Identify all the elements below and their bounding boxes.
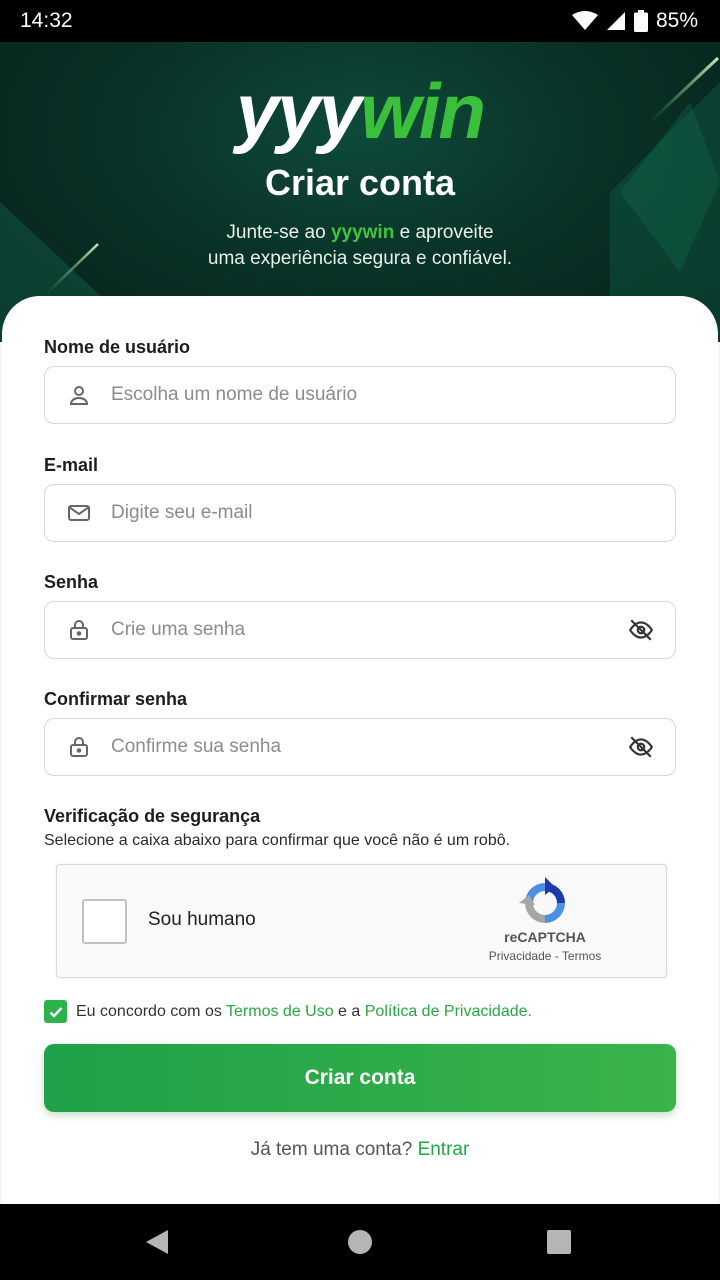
- eye-off-icon[interactable]: [627, 733, 655, 761]
- user-icon: [65, 381, 93, 409]
- eye-off-icon[interactable]: [627, 616, 655, 644]
- recents-nav-icon[interactable]: [547, 1228, 571, 1261]
- subtitle-text-post: e aproveite: [394, 222, 494, 243]
- mail-icon: [65, 499, 93, 527]
- status-bar: 14:32 85%: [0, 0, 720, 42]
- recaptcha-brand: reCAPTCHA: [504, 929, 586, 945]
- recaptcha-checkbox[interactable]: [82, 899, 127, 944]
- verification-title: Verificação de segurança: [44, 806, 261, 826]
- recaptcha-widget: Sou humano reCAPTCHA Privacidade - Termo…: [56, 864, 667, 978]
- email-field[interactable]: [44, 484, 676, 542]
- email-label: E-mail: [44, 455, 99, 475]
- battery-percent: 85%: [655, 9, 698, 32]
- terms-of-use-link[interactable]: Termos de Uso: [226, 1003, 334, 1020]
- brand-logo: yyywin: [0, 66, 720, 157]
- check-icon: [49, 1006, 62, 1018]
- confirm-password-field[interactable]: [44, 718, 676, 776]
- status-icons: 85%: [571, 9, 698, 33]
- recaptcha-logo-icon: [519, 877, 571, 934]
- confirm-password-label: Confirmar senha: [44, 689, 188, 709]
- navigation-bar: [0, 1204, 720, 1280]
- password-input[interactable]: [111, 602, 627, 658]
- terms-text-mid: e a: [333, 1002, 365, 1020]
- username-field[interactable]: [44, 366, 676, 424]
- recaptcha-links[interactable]: Privacidade - Termos: [477, 949, 613, 963]
- terms-text: Eu concordo com os Termos de Uso e a Pol…: [76, 1003, 532, 1021]
- subtitle-brand: yyywin: [330, 222, 395, 243]
- verification-description: Selecione a caixa abaixo para confirmar …: [44, 832, 511, 849]
- username-label: Nome de usuário: [44, 337, 191, 357]
- status-time: 14:32: [20, 9, 73, 32]
- username-input[interactable]: [111, 367, 675, 423]
- subtitle-line2: uma experiência segura e confiável.: [207, 248, 513, 269]
- back-nav-icon[interactable]: [144, 1228, 168, 1261]
- wifi-icon: [571, 11, 598, 31]
- page-subtitle: Junte-se ao yyywin e aproveite uma exper…: [0, 220, 720, 272]
- page-title: Criar conta: [264, 162, 456, 203]
- create-account-button[interactable]: Criar conta: [44, 1044, 676, 1112]
- subtitle-text-pre: Junte-se ao: [226, 222, 331, 243]
- logo-text-white: yyy: [235, 67, 362, 155]
- battery-icon: [633, 10, 648, 32]
- login-prompt-text: Já tem uma conta?: [250, 1139, 418, 1160]
- privacy-policy-link[interactable]: Política de Privacidade.: [365, 1003, 532, 1020]
- lock-icon: [65, 616, 93, 644]
- password-field[interactable]: [44, 601, 676, 659]
- password-label: Senha: [44, 572, 99, 592]
- terms-checkbox[interactable]: [44, 1000, 67, 1023]
- terms-text-pre: Eu concordo com os: [76, 1002, 227, 1020]
- lock-icon: [65, 733, 93, 761]
- logo-text-green: win: [360, 67, 486, 155]
- signal-icon: [606, 11, 626, 31]
- email-input[interactable]: [111, 485, 675, 541]
- confirm-password-input[interactable]: [111, 719, 627, 775]
- login-link[interactable]: Entrar: [418, 1139, 470, 1160]
- login-prompt: Já tem uma conta? Entrar: [0, 1139, 720, 1161]
- home-nav-icon[interactable]: [347, 1228, 373, 1261]
- terms-agreement: Eu concordo com os Termos de Uso e a Pol…: [44, 1000, 532, 1023]
- recaptcha-label: Sou humano: [148, 909, 256, 930]
